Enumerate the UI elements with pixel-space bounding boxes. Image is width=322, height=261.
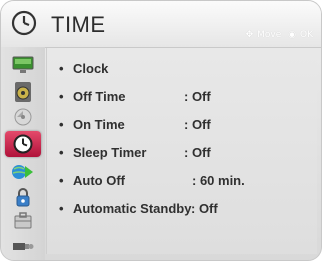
menu-item-label: Sleep Timer [73,145,147,160]
list-bullet: • [59,117,64,132]
menu-item-off-time[interactable]: • Off Time : Off [59,89,309,109]
list-bullet: • [59,145,64,160]
list-bullet: • [59,173,64,188]
network-icon [12,165,33,179]
list-bullet: • [59,89,64,104]
move-arrows-icon: ✥ [245,30,254,40]
menu-item-value: : Off [191,201,218,216]
menu-item-value: : Off [184,117,211,132]
menu-item-sleep-timer[interactable]: • Sleep Timer : Off [59,145,309,165]
menu-item-auto-off[interactable]: • Auto Off : 60 min. [59,173,309,193]
channel-icon [14,108,32,126]
menu-item-value: : Off [184,145,211,160]
menu-item-label: On Time [73,117,125,132]
menu-item-label: Automatic Standby [73,201,192,216]
menu-item-value: : 60 min. [192,173,245,188]
sidebar-item-picture[interactable] [7,53,39,77]
category-sidebar [1,47,45,260]
input-icon [13,243,34,250]
picture-icon [12,56,34,73]
page-title: TIME [51,12,106,37]
sidebar-item-time[interactable] [5,131,41,157]
option-icon [14,212,32,229]
navigation-hint: ✥ Move ◉ OK [242,30,313,40]
menu-item-value: : Off [184,89,211,104]
ok-button-icon: ◉ [288,30,296,40]
sound-icon [15,82,31,102]
menu-item-automatic-standby[interactable]: • Automatic Standby : Off [59,201,309,221]
menu-header: TIME ✥ Move ◉ OK [1,1,321,48]
menu-item-label: Clock [73,61,109,76]
ok-hint-label: OK [300,30,313,40]
time-icon [13,134,33,154]
menu-item-clock[interactable]: • Clock [59,61,309,81]
sidebar-item-network[interactable] [7,160,39,184]
menu-item-label: Off Time [73,89,126,104]
menu-item-on-time[interactable]: • On Time : Off [59,117,309,137]
sidebar-item-lock[interactable] [7,185,39,209]
sidebar-item-input[interactable] [7,234,39,258]
list-bullet: • [59,201,64,216]
sidebar-item-option[interactable] [7,209,39,233]
lock-icon [16,188,30,207]
move-hint-label: Move [257,30,282,40]
time-settings-list: • Clock • Off Time : Off • On Time : Off • S… [46,48,317,254]
list-bullet: • [59,61,64,76]
time-menu-panel: TIME ✥ Move ◉ OK • Clock • Off Time: Of… [0,0,322,261]
menu-item-label: Auto Off [73,173,125,188]
clock-icon [11,10,37,36]
sidebar-item-channel[interactable] [7,105,39,129]
sidebar-item-sound[interactable] [7,80,39,104]
